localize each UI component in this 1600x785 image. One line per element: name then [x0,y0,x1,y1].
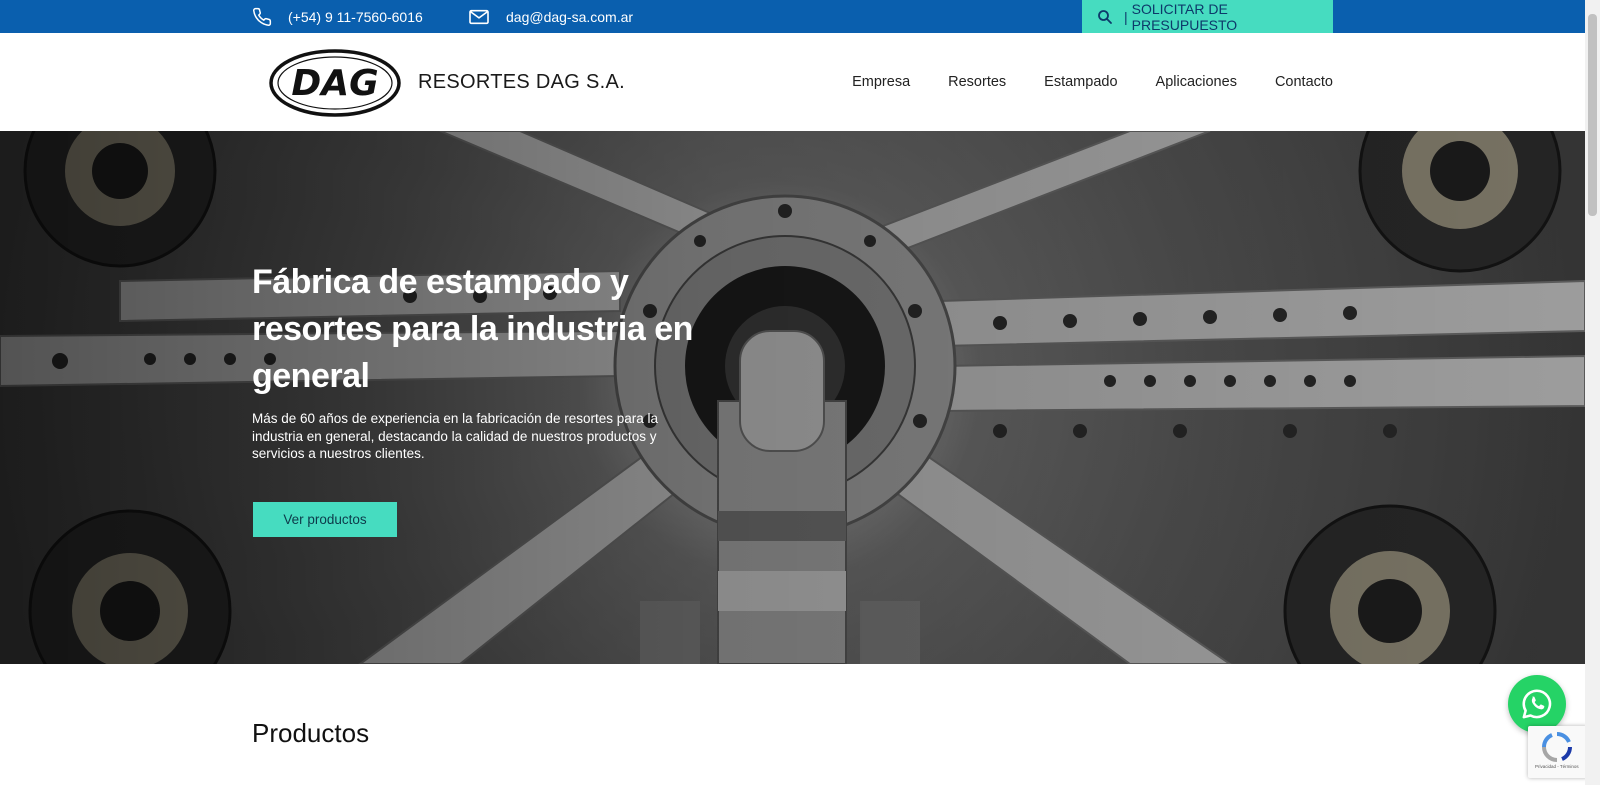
site-header: DAG RESORTES DAG S.A. Empresa Resortes E… [0,33,1585,131]
email-contact[interactable]: dag@dag-sa.com.ar [468,0,633,33]
recaptcha-badge[interactable]: Privacidad - Términos [1528,726,1588,778]
nav-resortes[interactable]: Resortes [948,74,1006,90]
page: (+54) 9 11-7560-6016 dag@dag-sa.com.ar |… [0,0,1600,785]
nav-aplicaciones[interactable]: Aplicaciones [1156,74,1237,90]
recaptcha-terms[interactable]: Privacidad - Términos [1535,764,1579,769]
nav-contacto[interactable]: Contacto [1275,74,1333,90]
brand-name[interactable]: RESORTES DAG S.A. [418,71,625,94]
hero-title: Fábrica de estampado y resortes para la … [252,263,693,395]
quote-separator: | [1124,8,1128,25]
phone-number[interactable]: (+54) 9 11-7560-6016 [288,9,423,25]
mail-icon [469,9,489,24]
main-nav: Empresa Resortes Estampado Aplicaciones … [852,74,1333,90]
whatsapp-icon [1522,689,1552,719]
recaptcha-icon [1542,732,1572,762]
dag-logo[interactable]: DAG [268,48,402,118]
hero-overlay [0,131,1585,664]
products-heading: Productos [252,718,370,748]
page-scrollbar[interactable] [1585,0,1600,785]
hero-section: Fábrica de estampado y resortes para la … [0,131,1585,664]
phone-contact[interactable]: (+54) 9 11-7560-6016 [252,0,423,33]
whatsapp-button[interactable] [1508,675,1566,733]
view-products-button[interactable]: Ver productos [253,502,397,537]
search-icon [1096,8,1114,26]
hero-subtitle: Más de 60 años de experiencia en la fabr… [252,411,658,461]
request-quote-label: SOLICITAR DE PRESUPUESTO [1131,0,1238,33]
email-address[interactable]: dag@dag-sa.com.ar [506,9,633,25]
logo-text: DAG [291,63,378,104]
scrollbar-thumb[interactable] [1588,14,1597,216]
phone-icon [253,7,272,26]
request-quote-button[interactable]: | SOLICITAR DE PRESUPUESTO [1082,0,1333,33]
top-bar: (+54) 9 11-7560-6016 dag@dag-sa.com.ar |… [0,0,1585,33]
nav-estampado[interactable]: Estampado [1044,74,1117,90]
nav-empresa[interactable]: Empresa [852,74,910,90]
